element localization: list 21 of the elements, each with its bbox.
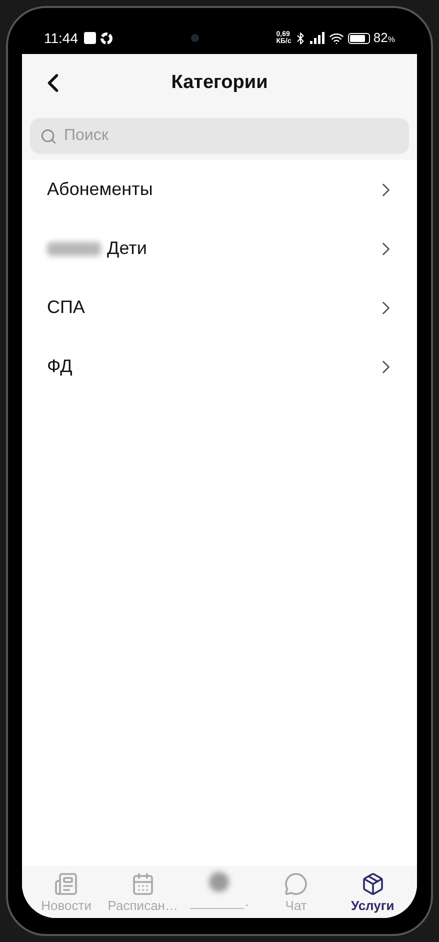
category-item[interactable]: СПА	[22, 278, 417, 337]
camera-hole	[190, 34, 199, 42]
calendar-icon	[130, 872, 155, 896]
search-icon	[40, 128, 57, 145]
search-field[interactable]: Поиск	[30, 118, 409, 154]
category-item[interactable]: Дети	[22, 219, 417, 278]
category-item[interactable]: ФД	[22, 337, 417, 396]
blurred-icon	[209, 872, 230, 892]
clock-time: 11:44	[44, 28, 78, 48]
notification-icon	[84, 32, 96, 44]
tab-item[interactable]: Услуги	[334, 872, 411, 913]
signal-icon	[310, 32, 326, 44]
sync-icon	[100, 32, 113, 44]
newspaper-icon	[54, 872, 78, 896]
wifi-icon	[329, 30, 344, 46]
battery-percent: 82%	[373, 29, 395, 48]
category-item[interactable]: Абонементы	[22, 160, 417, 219]
box-icon	[360, 872, 385, 896]
page-title: Категории	[171, 70, 268, 95]
battery-icon	[348, 32, 370, 44]
chat-icon	[284, 872, 308, 896]
